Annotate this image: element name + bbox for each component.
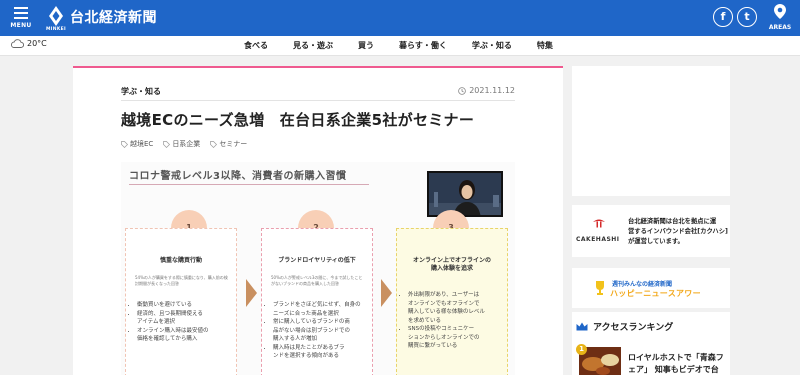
tag-icon [163,140,171,148]
tag-item[interactable]: 日系企業 [163,139,200,149]
twitter-icon[interactable]: t [737,7,757,27]
cakehashi-logo-icon [593,219,605,228]
category-nav-bar: 20°C 食べる 見る・遊ぶ 買う 暮らす・働く 学ぶ・知る 特集 [0,36,800,56]
menu-label: MENU [10,22,32,29]
speaker-image [429,173,501,215]
tag-item[interactable]: 越境EC [121,139,153,149]
article-title: 越境ECのニーズ急増 在台日系企業5社がセミナー [121,111,475,129]
site-header: MENU MINKEI 台北経済新聞 f t AREAS [0,0,800,36]
areas-button[interactable]: AREAS [768,4,792,31]
tag-label: 越境EC [130,140,154,148]
nav-item-learn[interactable]: 学ぶ・知る [472,40,512,51]
tag-icon [121,140,128,148]
card-list: 外出制限があり、ユーザーは オンラインでもオフラインで 購入している様な体験のレ… [408,291,503,351]
rank-number-badge: 1 [576,344,587,355]
nav-item-feature[interactable]: 特集 [537,40,553,51]
happy-news-subtitle: 週刊みんなの経済新聞 [612,281,673,288]
clock-icon [458,86,466,95]
slide-card-2: ブランドロイヤリティの低下 50%の人が警戒レベル3の間に、今まで試したことがな… [261,228,373,375]
ranking-title: アクセスランキング [593,323,674,333]
minkei-logo-icon [49,6,63,26]
facebook-icon[interactable]: f [713,7,733,27]
nav-item-see-play[interactable]: 見る・遊ぶ [293,40,333,51]
cakehashi-logo-text: CAKEHASHI [576,236,620,243]
ranking-headline: ロイヤルホストで「青森フ ェア」 知事もビデオで台 [628,353,724,374]
card-note: 54%の人が購買をする際に慎重になり、購入前の検討期間が長くなった回答 [135,275,228,286]
hamburger-icon [10,7,32,19]
article-photo[interactable]: コロナ警戒レベル3以降、消費者の新購入習慣 1 慎重な購買行動 54%の人が購買… [121,162,515,375]
card-note: 50%の人が警戒レベル3の間に、今まで試したことがないブランドの商品を購入した回… [271,275,363,286]
card-heading: 慎重な購買行動 [159,257,202,264]
divider [121,100,515,101]
tag-icon [210,140,218,148]
nav-item-buy[interactable]: 買う [358,40,374,51]
site-title: 台北経済新聞 [70,10,157,26]
main-nav: 食べる 見る・遊ぶ 買う 暮らす・働く 学ぶ・知る 特集 [244,40,553,51]
happy-news-hour-banner[interactable]: 週刊みんなの経済新聞 ハッピーニュースアワー [572,268,730,308]
trophy-icon [596,281,604,295]
speaker-video-thumbnail [427,171,503,217]
tag-label: 日系企業 [172,140,201,148]
ranking-item[interactable]: 1 ロイヤルホストで「青森フ ェア」 知事もビデオで台 [576,342,726,375]
nav-item-eat[interactable]: 食べる [244,40,268,51]
card-list: ブランドをさほど気にせず、自身の ニーズに合った商品を選択 常に購入しているブラ… [273,301,368,361]
nav-item-live-work[interactable]: 暮らす・働く [399,40,447,51]
slide-title: コロナ警戒レベル3以降、消費者の新購入習慣 [129,171,347,182]
slide-card-3: オンライン上でオフラインの購入体験を追求 外出制限があり、ユーザーは オンライン… [396,228,508,375]
logo-subtext: MINKEI [46,27,66,32]
cakehashi-promo[interactable]: CAKEHASHI 台北経済新聞は台北を拠点に運 営するインバウンド会社[カクハ… [572,205,730,257]
access-ranking: アクセスランキング 1 ロイヤルホストで「青森フ ェア」 知事もビデオで台 [572,312,730,375]
slide-title-underline [129,184,369,185]
card-heading: ブランドロイヤリティの低下 [278,257,356,264]
areas-label: AREAS [768,24,792,31]
article-category[interactable]: 学ぶ・知る [121,86,161,97]
flow-arrow-icon [381,279,392,307]
slide-card-1: 慎重な購買行動 54%の人が購買をする際に慎重になり、購入前の検討期間が長くなっ… [125,228,237,375]
happy-news-title: ハッピーニュースアワー [610,289,701,298]
map-pin-icon [774,4,786,19]
sidebar-ad-slot[interactable] [572,66,730,196]
tag-label: セミナー [219,140,248,148]
card-list: 衝動買いを避けている 経済的、且つ長期間使える アイテムを選択 オンライン購入時… [137,301,232,344]
article-date-text: 2021.11.12 [469,86,515,95]
weather-temp: 20°C [27,39,47,48]
card-heading: オンライン上でオフラインの 購入体験を追求 [412,257,491,273]
flow-arrow-icon [246,279,257,307]
ranking-header: アクセスランキング [576,320,673,333]
cakehashi-description: 台北経済新聞は台北を拠点に運 営するインバウンド会社[カクハシ] が運営していま… [628,218,728,245]
cloud-icon [11,39,24,48]
menu-button[interactable]: MENU [10,4,32,29]
article-tags: 越境EC 日系企業 セミナー [121,139,247,149]
weather-widget: 20°C [10,39,47,48]
article-date: 2021.11.12 [458,86,515,95]
crown-icon [576,322,588,331]
tag-item[interactable]: セミナー [210,139,247,149]
site-logo[interactable]: MINKEI 台北経済新聞 [46,5,157,32]
article-card: 学ぶ・知る 2021.11.12 越境ECのニーズ急増 在台日系企業5社がセミナ… [73,66,563,375]
